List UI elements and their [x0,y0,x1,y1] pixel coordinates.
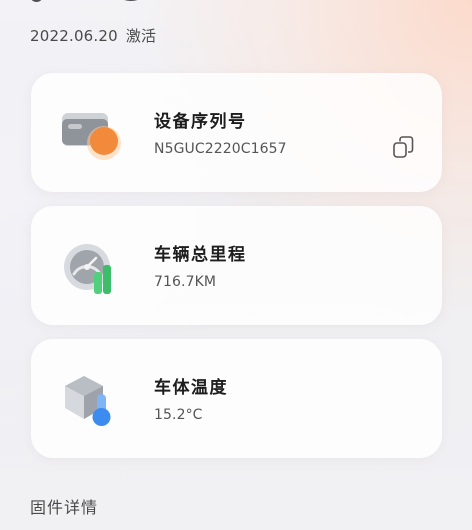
device-card-icon [60,106,124,164]
top-title-fragment [30,0,153,14]
mileage-value: 716.7KM [154,274,217,290]
serial-number-value: N5GUC2220C1657 [154,141,287,157]
title-fragment-round [109,0,153,1]
speedometer-icon [60,239,124,297]
firmware-details-label[interactable]: 固件详情 [30,494,98,518]
serial-number-card: 设备序列号 N5GUC2220C1657 [31,73,442,192]
title-fragment-bar [30,0,43,2]
activation-status: 激活 [125,27,157,45]
activation-info: 2022.06.20 激活 [30,25,156,46]
activation-date: 2022.06.20 [30,27,118,45]
thermometer-cube-icon [60,372,124,430]
temperature-value: 15.2°C [154,407,203,423]
mileage-title: 车辆总里程 [154,245,247,265]
copy-icon[interactable] [391,135,417,161]
serial-number-title: 设备序列号 [154,112,247,132]
mileage-card: 车辆总里程 716.7KM [31,206,442,325]
temperature-title: 车体温度 [154,378,228,398]
temperature-card: 车体温度 15.2°C [31,339,442,458]
